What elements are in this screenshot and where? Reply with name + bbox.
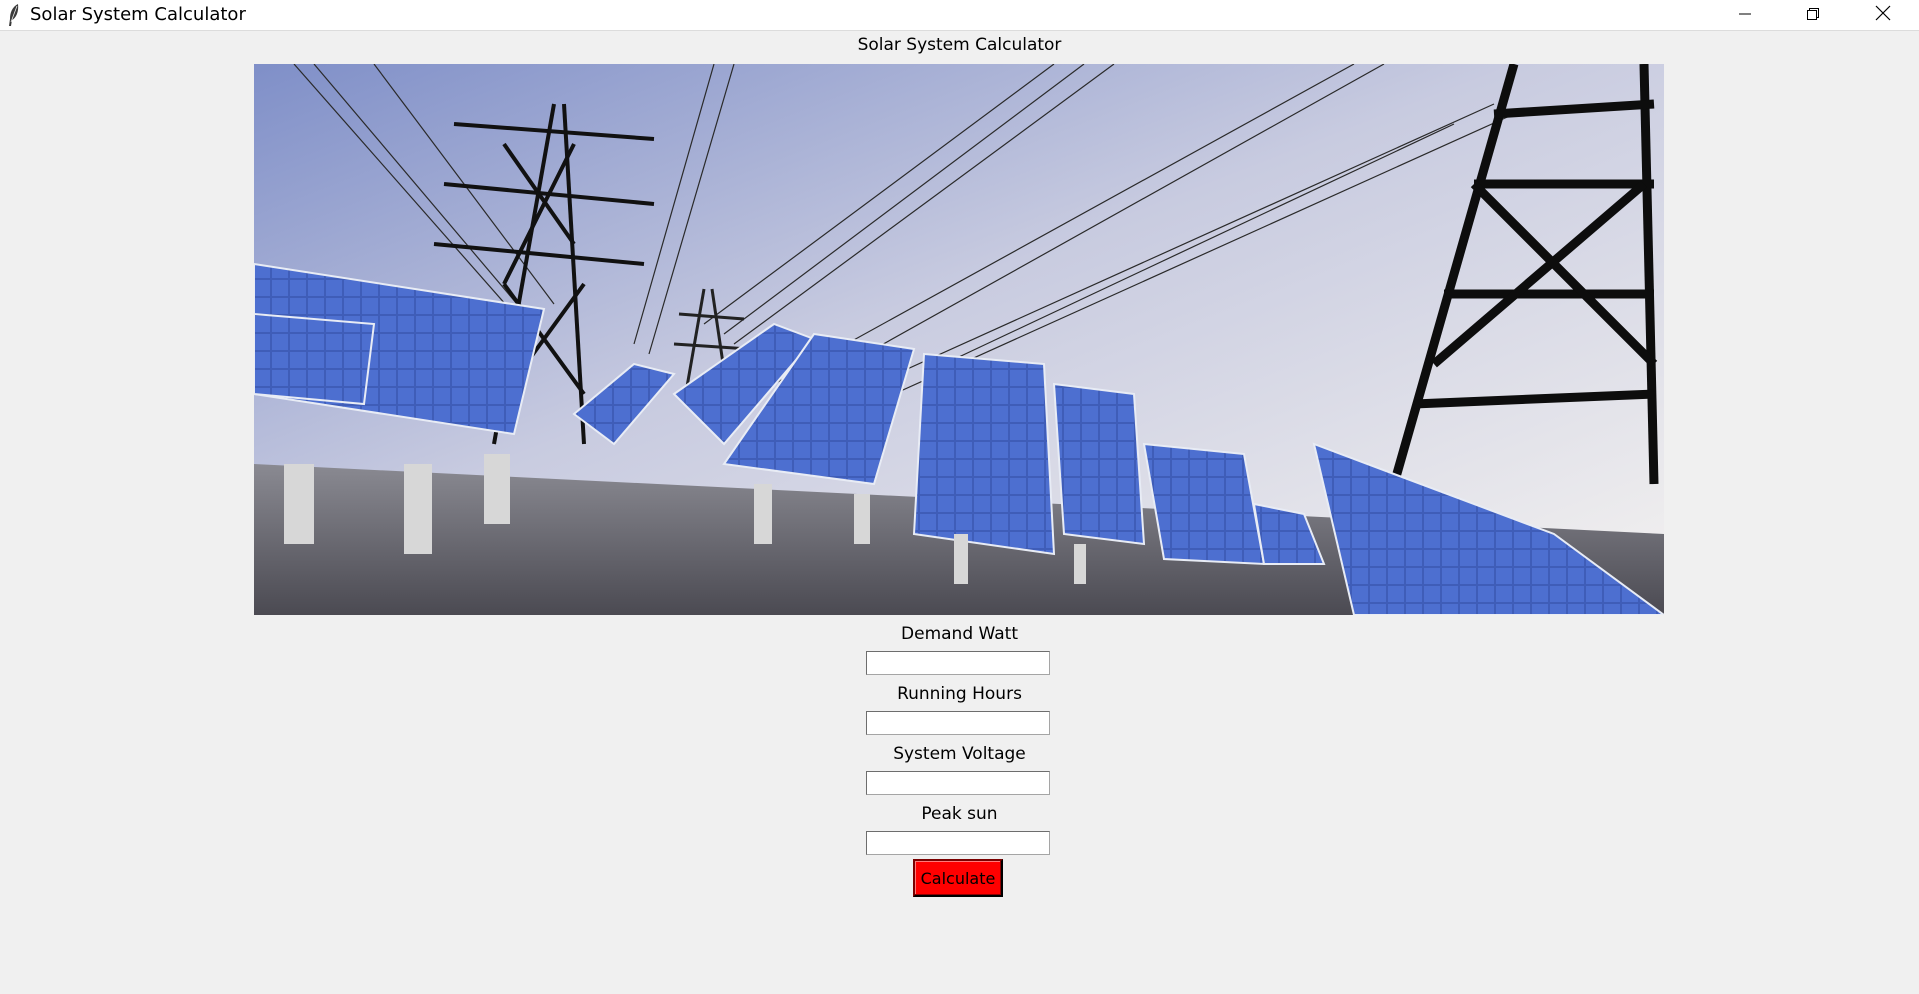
system-voltage-label: System Voltage [893, 744, 1026, 764]
peak-sun-label: Peak sun [921, 804, 998, 824]
minimize-button[interactable] [1710, 0, 1780, 30]
demand-watt-label: Demand Watt [901, 624, 1018, 644]
restore-button[interactable] [1778, 0, 1848, 30]
system-voltage-input[interactable] [866, 771, 1050, 795]
running-hours-label: Running Hours [897, 684, 1022, 704]
calculate-button[interactable]: Calculate [913, 859, 1003, 897]
peak-sun-input[interactable] [866, 831, 1050, 855]
running-hours-input[interactable] [866, 711, 1050, 735]
page-heading: Solar System Calculator [857, 35, 1062, 55]
feather-icon [6, 3, 22, 27]
close-button[interactable] [1848, 0, 1918, 30]
minimize-icon [1738, 6, 1752, 25]
close-icon [1875, 5, 1891, 25]
window-title: Solar System Calculator [30, 4, 246, 25]
banner-image [254, 64, 1664, 615]
restore-icon [1806, 6, 1820, 25]
window-titlebar: Solar System Calculator [0, 0, 1919, 31]
demand-watt-input[interactable] [866, 651, 1050, 675]
